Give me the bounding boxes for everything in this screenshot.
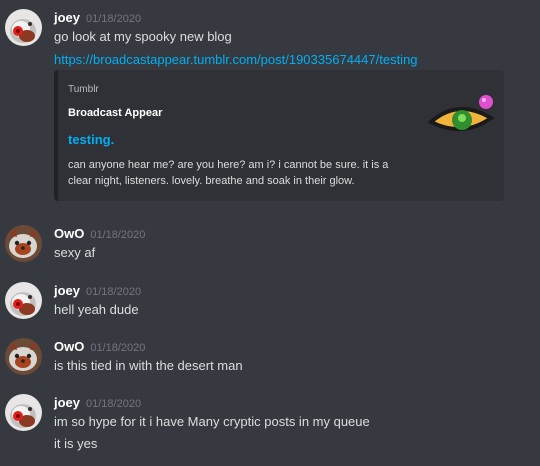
timestamp: 01/18/2020 bbox=[90, 229, 146, 241]
joey-avatar[interactable] bbox=[5, 9, 42, 46]
timestamp: 01/18/2020 bbox=[86, 13, 142, 25]
timestamp: 01/18/2020 bbox=[86, 398, 142, 410]
chat-log: joey 01/18/2020 go look at my spooky new … bbox=[0, 0, 540, 466]
embed-title[interactable]: testing. bbox=[68, 132, 114, 147]
owo-avatar[interactable] bbox=[5, 225, 42, 262]
timestamp: 01/18/2020 bbox=[86, 286, 142, 298]
message-text: is this tied in with the desert man bbox=[54, 358, 243, 373]
joey-avatar[interactable] bbox=[5, 282, 42, 319]
author-name[interactable]: joey 01/18/2020 bbox=[54, 395, 141, 412]
embed-description: can anyone hear me? are you here? am i? … bbox=[68, 159, 389, 187]
author-name[interactable]: joey 01/18/2020 bbox=[54, 10, 141, 27]
link-embed: Tumblr Broadcast Appear testing. can any… bbox=[54, 70, 504, 201]
message-text: im so hype for it i have Many cryptic po… bbox=[54, 414, 370, 429]
author-name[interactable]: OwO 01/18/2020 bbox=[54, 226, 145, 243]
message-text: go look at my spooky new blog bbox=[54, 29, 232, 44]
joey-avatar[interactable] bbox=[5, 394, 42, 431]
embed-provider[interactable]: Tumblr bbox=[68, 84, 99, 95]
message-text: sexy af bbox=[54, 245, 96, 260]
owo-avatar[interactable] bbox=[5, 338, 42, 375]
message-link[interactable]: https://broadcastappear.tumblr.com/post/… bbox=[54, 52, 418, 68]
embed-author[interactable]: Broadcast Appear bbox=[68, 107, 162, 119]
eye-icon[interactable] bbox=[427, 92, 498, 142]
message-text: hell yeah dude bbox=[54, 302, 139, 317]
author-name[interactable]: OwO 01/18/2020 bbox=[54, 339, 145, 356]
message-text: it is yes bbox=[54, 436, 98, 451]
timestamp: 01/18/2020 bbox=[90, 342, 146, 354]
author-name[interactable]: joey 01/18/2020 bbox=[54, 283, 141, 300]
